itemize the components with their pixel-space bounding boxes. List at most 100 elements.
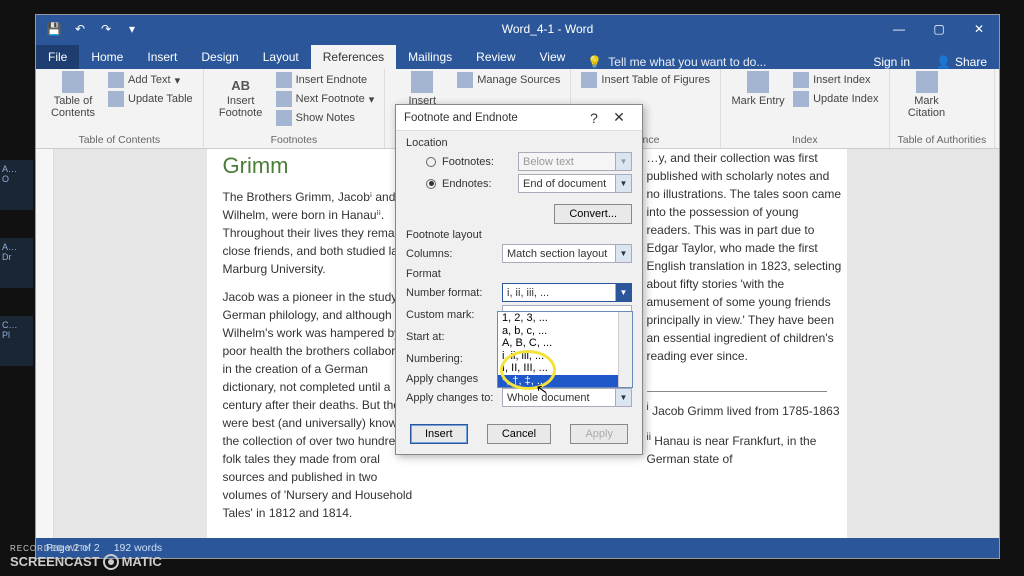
- toc-icon: [62, 71, 84, 93]
- navigation-pane-collapsed[interactable]: [36, 149, 54, 538]
- minimize-button[interactable]: —: [879, 15, 919, 43]
- apply-button: Apply: [570, 424, 628, 444]
- endnotes-label: Endnotes:: [442, 178, 512, 190]
- chevron-down-icon[interactable]: ▼: [615, 284, 631, 301]
- format-option-roman-upper[interactable]: I, II, III, ...: [498, 362, 632, 375]
- share-icon: 👤: [936, 55, 951, 69]
- custom-mark-label: Custom mark:: [406, 309, 496, 321]
- share-button[interactable]: 👤 Share: [924, 55, 999, 69]
- start-at-label: Start at:: [406, 331, 496, 343]
- footnotes-radio[interactable]: [426, 157, 436, 167]
- format-option-123[interactable]: 1, 2, 3, ...: [498, 312, 632, 325]
- insert-index-icon: [793, 72, 809, 88]
- insert-footnote-button[interactable]: ABInsert Footnote: [212, 71, 270, 127]
- number-format-dropdown[interactable]: 1, 2, 3, ... a, b, c, ... A, B, C, ... i…: [497, 311, 633, 388]
- endnote-1: i Jacob Grimm lived from 1785-1863: [647, 400, 842, 420]
- group-index: Index: [729, 134, 880, 148]
- toc-button[interactable]: Table of Contents: [44, 71, 102, 119]
- manage-sources-button[interactable]: Manage Sources: [455, 71, 562, 89]
- dialog-help-button[interactable]: ?: [584, 110, 604, 126]
- insert-tof-button[interactable]: Insert Table of Figures: [579, 71, 712, 89]
- background-browser-tabs: A…OA…DrC…Pl: [0, 160, 33, 394]
- chevron-down-icon[interactable]: ▼: [615, 245, 631, 262]
- update-index-button[interactable]: Update Index: [791, 90, 880, 108]
- insert-index-button[interactable]: Insert Index: [791, 71, 880, 89]
- endnotes-radio[interactable]: [426, 179, 436, 189]
- update-table-icon: [108, 91, 124, 107]
- footnotes-location-select: Below text▼: [518, 152, 632, 171]
- tab-design[interactable]: Design: [189, 45, 250, 69]
- close-button[interactable]: ✕: [959, 15, 999, 43]
- maximize-button[interactable]: ▢: [919, 15, 959, 43]
- number-format-select[interactable]: i, ii, iii, ...▼: [502, 283, 632, 302]
- update-table-button[interactable]: Update Table: [106, 90, 195, 108]
- footnotes-label: Footnotes:: [442, 156, 512, 168]
- redo-icon[interactable]: ↷: [98, 21, 114, 37]
- body-para-right: …y, and their collection was first publi…: [647, 149, 842, 365]
- endnote-2: ii Hanau is near Frankfurt, in the Germa…: [647, 430, 842, 468]
- apply-to-select[interactable]: Whole document▼: [502, 388, 632, 407]
- qat-more-icon[interactable]: ▾: [124, 21, 140, 37]
- mark-citation-icon: [916, 71, 938, 93]
- endnote-separator: [647, 391, 827, 392]
- format-option-roman-lower[interactable]: i, ii, iii, ...: [498, 350, 632, 363]
- cancel-button[interactable]: Cancel: [487, 424, 551, 444]
- group-authorities: Table of Authorities: [898, 134, 987, 148]
- scrollbar-track[interactable]: [618, 312, 632, 387]
- group-footnotes: Footnotes: [212, 134, 377, 148]
- tab-file[interactable]: File: [36, 45, 79, 69]
- insert-endnote-button[interactable]: Insert Endnote: [274, 71, 377, 89]
- dialog-title: Footnote and Endnote: [404, 112, 584, 124]
- status-bar: Page 2 of 2 192 words: [36, 538, 999, 558]
- body-para-2: Jacob was a pioneer in the study of Germ…: [223, 288, 423, 522]
- screencast-watermark: RECORDED WITH SCREENCASTMATIC: [10, 545, 162, 570]
- location-heading: Location: [406, 137, 632, 149]
- lightbulb-icon: 💡: [587, 55, 602, 69]
- show-notes-button[interactable]: Show Notes: [274, 109, 377, 127]
- ribbon-tabs: File Home Insert Design Layout Reference…: [36, 43, 999, 69]
- group-toc: Table of Contents: [44, 134, 195, 148]
- tab-references[interactable]: References: [311, 45, 396, 69]
- columns-label: Columns:: [406, 248, 496, 260]
- tab-insert[interactable]: Insert: [135, 45, 189, 69]
- undo-icon[interactable]: ↶: [72, 21, 88, 37]
- format-option-abc-lower[interactable]: a, b, c, ...: [498, 325, 632, 338]
- layout-heading: Footnote layout: [406, 229, 632, 241]
- columns-select[interactable]: Match section layout▼: [502, 244, 632, 263]
- mark-citation-button[interactable]: Mark Citation: [898, 71, 956, 119]
- insert-button[interactable]: Insert: [410, 424, 468, 444]
- convert-button[interactable]: Convert...: [554, 204, 632, 224]
- sign-in-link[interactable]: Sign in: [859, 55, 924, 69]
- format-heading: Format: [406, 268, 632, 280]
- endnotes-location-select[interactable]: End of document▼: [518, 174, 632, 193]
- number-format-label: Number format:: [406, 287, 496, 299]
- chevron-down-icon[interactable]: ▼: [615, 389, 631, 406]
- footnote-endnote-dialog: Footnote and Endnote ? ✕ Location Footno…: [395, 104, 643, 455]
- format-option-abc-upper[interactable]: A, B, C, ...: [498, 337, 632, 350]
- mark-entry-button[interactable]: Mark Entry: [729, 71, 787, 108]
- body-para-1: The Brothers Grimm, Jacobⁱ and Wilhelm, …: [223, 188, 423, 278]
- next-footnote-icon: [276, 91, 292, 107]
- tab-review[interactable]: Review: [464, 45, 527, 69]
- tab-layout[interactable]: Layout: [251, 45, 311, 69]
- citation-icon: [411, 71, 433, 93]
- screencast-logo-icon: [103, 554, 119, 570]
- tell-me-search[interactable]: 💡 Tell me what you want to do...: [577, 55, 776, 69]
- update-index-icon: [793, 91, 809, 107]
- add-text-button[interactable]: Add Text ▾: [106, 71, 195, 89]
- tab-view[interactable]: View: [528, 45, 578, 69]
- tab-home[interactable]: Home: [79, 45, 135, 69]
- mark-entry-icon: [747, 71, 769, 93]
- apply-to-label: Apply changes to:: [406, 392, 496, 404]
- chevron-down-icon[interactable]: ▼: [615, 175, 631, 192]
- dialog-close-button[interactable]: ✕: [604, 109, 634, 126]
- tof-icon: [581, 72, 597, 88]
- window-title: Word_4-1 - Word: [216, 22, 879, 36]
- save-icon[interactable]: 💾: [46, 21, 62, 37]
- format-option-symbols[interactable]: *, †, ‡, ...: [498, 375, 632, 388]
- tab-mailings[interactable]: Mailings: [396, 45, 464, 69]
- next-footnote-button[interactable]: Next Footnote ▾: [274, 90, 377, 108]
- numbering-label: Numbering:: [406, 353, 496, 365]
- ab-icon: AB: [231, 79, 250, 93]
- manage-sources-icon: [457, 72, 473, 88]
